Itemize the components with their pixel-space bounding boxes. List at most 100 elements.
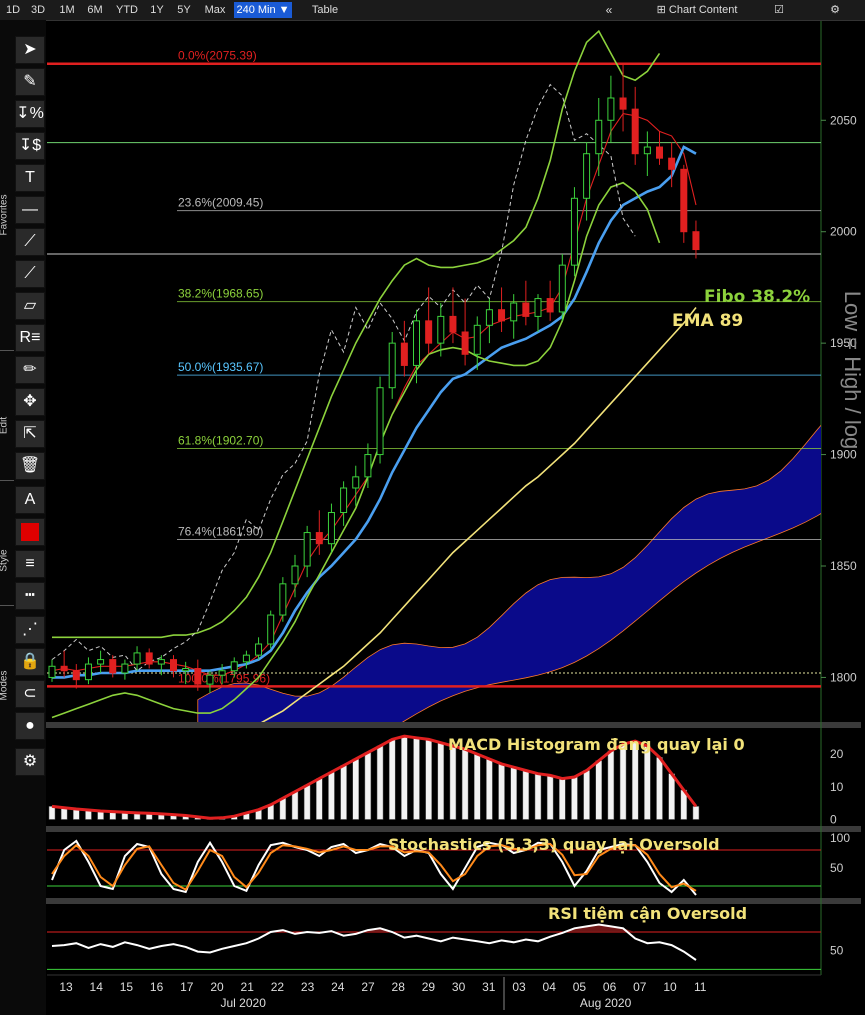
toolbar-section-label: Favorites [0,194,10,236]
fibo-label: 61.8%(1902.70) [178,434,263,448]
range-ytd-button[interactable]: YTD [113,2,141,18]
time-tick-label: 15 [120,980,134,994]
stoch-tick-label: 100 [830,831,850,845]
candle-body [376,387,384,456]
macd-bar [692,806,700,820]
rsi-tick-label: 50 [830,944,844,958]
macd-bar [388,739,396,820]
candle-body [327,512,335,545]
channel-tool[interactable]: ▱ [15,292,45,320]
candle-body [267,614,275,645]
macd-bar [413,737,420,820]
table-button[interactable]: Table [305,2,345,18]
range-3d-button[interactable]: 3D [28,2,48,18]
lock-mode-tool[interactable]: 🔒 [15,648,45,676]
time-tick-label: 06 [603,980,617,994]
drawing-toolbar: ➤ ✎ ↧% ↧$ T — ⟋ ⟋ ▱ R≡ ✏ ✥ ⇱ 🗑 A ≡ ┅ ⋰ 🔒 ⊂ ● ⚙ Favorites Edit St… [0,20,46,1015]
line-weight-tool[interactable]: ≡ [15,550,45,578]
time-tick-label: 30 [452,980,466,994]
top-range-bar: 1D 3D 1M 6M YTD 1Y 5Y Max 240 Min ▼ Tabl… [0,0,865,21]
range-1y-button[interactable]: 1Y [147,2,167,18]
range-6m-button[interactable]: 6M [84,2,106,18]
edit-icon[interactable]: ☑ [770,2,788,18]
candle-body [546,298,554,313]
r-fibo-tool[interactable]: R≡ [15,324,45,352]
candle-body [255,643,263,656]
candle-body [206,674,214,685]
chart-content-label: Chart Content [668,4,738,16]
multi-color-mode-tool[interactable]: ● [15,712,45,740]
candle-body [680,168,688,233]
horizontal-line-tool[interactable]: — [15,196,45,224]
collapse-icon[interactable]: « [600,2,618,18]
magnet-mode-tool[interactable]: ⊂ [15,680,45,708]
interval-dropdown[interactable]: 240 Min ▼ [234,2,292,18]
time-tick-label: 22 [271,980,285,994]
fibo-label: 23.6%(2009.45) [178,196,263,210]
macd-bar [461,748,469,820]
trash-tool[interactable]: 🗑 [15,452,45,480]
color-tool[interactable] [15,518,45,546]
macd-bar [425,739,432,820]
candle-body [182,668,190,672]
macd-bar [316,778,323,820]
dollar-tool[interactable]: ↧$ [15,132,45,160]
settings-icon[interactable]: ⚙ [826,2,844,18]
ray-line-tool[interactable]: ⟋ [15,260,45,288]
stochastics-title: Stochastics (5,3,3) quay lại Oversold [388,835,720,854]
price-axis-title: Low = High / log [840,291,865,449]
color-swatch [21,523,39,541]
macd-bar [510,766,517,820]
candle-body [170,659,177,672]
candle-body [498,309,506,322]
range-max-button[interactable]: Max [201,2,229,18]
move-tool[interactable]: ✥ [15,388,45,416]
annotation-fibo-382: Fibo 38.2% [704,287,810,307]
text-tool[interactable]: T [15,164,45,192]
macd-bar [60,807,68,820]
time-tick-label: 04 [543,980,557,994]
candle-body [388,342,396,389]
time-tick-label: 14 [90,980,104,994]
macd-bar [498,763,505,820]
range-5y-button[interactable]: 5Y [173,2,195,18]
macd-bar [340,765,347,820]
percent-tool[interactable]: ↧% [15,100,45,128]
candle-body [242,654,250,663]
pointer-tool[interactable]: ➤ [15,36,45,64]
price-tick-label: 2050 [830,113,857,127]
candle-body [364,454,372,478]
candle-body [279,583,287,616]
candle-body [218,670,226,676]
candle-body [230,661,238,672]
draw-tool[interactable]: ✏ [15,356,45,384]
candle-body [583,153,591,199]
macd-bar [303,784,311,820]
candle-body [534,298,542,317]
macd-bar [607,750,615,820]
pencil-tool[interactable]: ✎ [15,68,45,96]
range-1d-button[interactable]: 1D [4,2,22,18]
macd-bar [522,770,530,820]
fibo-label: 0.0%(2075.39) [178,49,257,63]
macd-bar [48,806,56,820]
month-label: Jul 2020 [221,996,267,1010]
candle-body [473,324,481,355]
chart-content-button[interactable]: ⊞ Chart Content [632,2,762,18]
add-pointer-tool[interactable]: ⇱ [15,420,45,448]
macd-bar [291,791,299,820]
trend-line-tool[interactable]: ⟋ [15,228,45,256]
range-1m-button[interactable]: 1M [56,2,78,18]
macd-bar [668,773,675,820]
settings-tool[interactable]: ⚙ [15,748,45,776]
font-tool[interactable]: A [15,486,45,514]
toolbar-section-label: Modes [0,670,10,701]
macd-title: MACD Histogram đang quay lại 0 [448,735,745,754]
macd-bar [486,758,493,820]
toolbar-section-label: Style [0,549,10,572]
price-tick-label: 2000 [830,225,857,239]
dotted-mode-tool[interactable]: ⋰ [15,616,45,644]
candle-body [668,157,676,170]
macd-bar [352,758,359,820]
line-style-tool[interactable]: ┅ [15,582,45,610]
